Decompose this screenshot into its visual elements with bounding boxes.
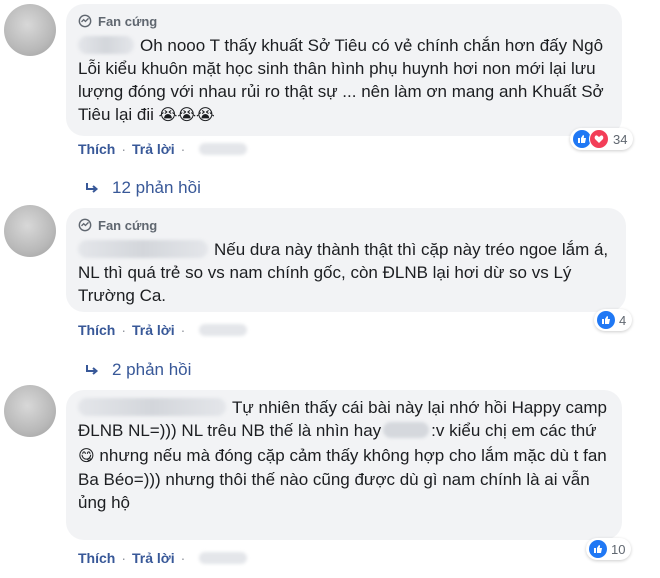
yum-emoji: 😋 [78, 448, 95, 465]
reaction-count: 4 [619, 312, 627, 328]
commenter-name[interactable] [78, 36, 134, 54]
comment-text: Oh nooo T thấy khuất Sở Tiêu có vẻ chính… [78, 36, 604, 124]
action-separator: · [180, 322, 186, 338]
fan-badge-label: Fan cứng [98, 217, 158, 233]
comment-actions: Thích · Trả lời · [78, 322, 248, 338]
reply-link[interactable]: Trả lời [132, 550, 175, 566]
blurred-text [383, 422, 430, 438]
commenter-name[interactable] [78, 240, 208, 258]
reaction-summary[interactable]: 34 [570, 128, 634, 150]
comment-text-end: nhưng nếu mà đóng cặp cảm thấy không hợp… [78, 446, 607, 512]
commenter-name[interactable] [78, 398, 226, 416]
timestamp[interactable] [199, 143, 248, 155]
comment-text-cont: :v kiểu chị em các thứ [431, 421, 597, 440]
like-link[interactable]: Thích [78, 141, 115, 157]
action-separator: · [121, 141, 127, 157]
comment-actions: Thích · Trả lời · [78, 550, 248, 566]
replies-count: 12 phản hồi [112, 178, 201, 197]
action-separator: · [180, 141, 186, 157]
view-replies[interactable]: 2 phản hồi [84, 360, 191, 380]
replies-count: 2 phản hồi [112, 360, 192, 379]
reply-link[interactable]: Trả lời [132, 322, 175, 338]
like-link[interactable]: Thích [78, 550, 115, 566]
timestamp[interactable] [199, 552, 248, 564]
reaction-count: 10 [611, 541, 626, 557]
action-separator: · [121, 322, 127, 338]
crying-emoji: 😭😭😭 [158, 107, 215, 124]
love-reaction-icon [589, 129, 609, 149]
fan-badge-icon [78, 218, 92, 232]
fan-badge: Fan cứng [78, 12, 608, 30]
like-reaction-icon [589, 540, 607, 558]
view-replies[interactable]: 12 phản hồi [84, 178, 201, 198]
like-link[interactable]: Thích [78, 322, 115, 338]
comment-bubble: Fan cứng Oh nooo T thấy khuất Sở Tiêu có… [66, 4, 622, 136]
fan-badge: Fan cứng [78, 216, 612, 234]
reaction-summary[interactable]: 4 [594, 309, 633, 331]
reply-arrow-icon [86, 183, 99, 193]
timestamp[interactable] [199, 324, 248, 336]
fan-badge-icon [78, 14, 92, 28]
action-separator: · [121, 550, 127, 566]
reply-arrow-icon [86, 365, 99, 375]
comment-bubble: Fan cứng Nếu dưa này thành thật thì cặp … [66, 208, 626, 312]
like-reaction-icon [597, 311, 615, 329]
avatar[interactable] [4, 4, 56, 56]
comment-actions: Thích · Trả lời · [78, 141, 248, 157]
comment-bubble: Tự nhiên thấy cái bài này lại nhớ hồi Ha… [66, 390, 622, 540]
reaction-summary[interactable]: 10 [586, 538, 632, 560]
avatar[interactable] [4, 205, 56, 257]
reply-link[interactable]: Trả lời [132, 141, 175, 157]
fan-badge-label: Fan cứng [98, 13, 158, 29]
reaction-count: 34 [613, 131, 628, 147]
action-separator: · [180, 550, 186, 566]
avatar[interactable] [4, 385, 56, 437]
